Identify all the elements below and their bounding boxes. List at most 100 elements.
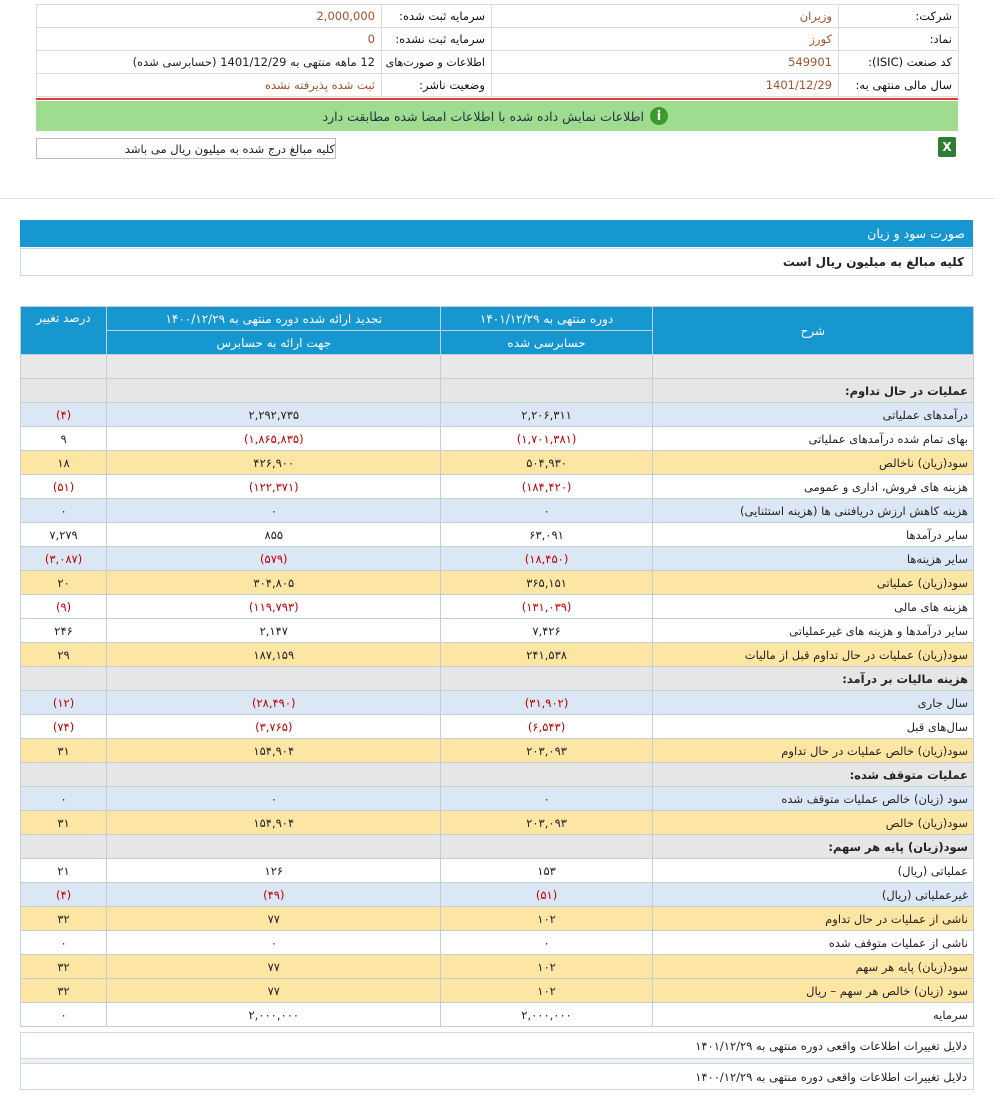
row-description: درآمدهای عملیاتی: [651, 402, 975, 427]
table-row: ناشی از عملیات در حال تداوم ۱۰۲ ۷۷ ۳۲: [19, 906, 975, 931]
unit-note-text: کلیه مبالغ درج شده به میلیون ریال می باش…: [124, 141, 335, 156]
row-current-value: (۱,۷۰۱,۳۸۱): [440, 426, 653, 451]
col-subheader-current: حسابرسی شده: [440, 330, 653, 355]
row-current-value: ۱۰۲: [440, 954, 653, 979]
row-current-value: ۲,۰۰۰,۰۰۰: [440, 1002, 653, 1027]
row-current-value: (۶,۵۴۳): [440, 714, 653, 739]
row-current-value: ۵۰۴,۹۳۰: [440, 450, 653, 475]
table-row: سود (زیان) خالص هر سهم – ریال ۱۰۲ ۷۷ ۳۲: [19, 978, 975, 1003]
row-description: سود(زیان) عملیاتی: [651, 570, 975, 595]
row-restated-value: ۸۵۵: [106, 522, 442, 547]
row-restated-value: (۱۲۲,۳۷۱): [106, 474, 442, 499]
row-change-percent: [19, 378, 108, 403]
row-restated-value: (۱۱۹,۷۹۳): [106, 594, 442, 619]
row-restated-value: [106, 762, 442, 787]
isic-value: 549901: [491, 50, 839, 74]
table-row: عملیاتی (ریال) ۱۵۳ ۱۲۶ ۲۱: [19, 858, 975, 883]
row-current-value: ۱۰۲: [440, 978, 653, 1003]
table-row: درآمدهای عملیاتی ۲,۲۰۶,۳۱۱ ۲,۲۹۲,۷۳۵ (۴): [19, 402, 975, 427]
row-change-percent: [19, 762, 108, 787]
row-restated-value: (۳,۷۶۵): [106, 714, 442, 739]
row-change-percent: [19, 354, 108, 379]
row-change-percent: ۳۱: [19, 810, 108, 835]
table-row: سود(زیان) ناخالص ۵۰۴,۹۳۰ ۴۲۶,۹۰۰ ۱۸: [19, 450, 975, 475]
row-change-percent: (۴): [19, 882, 108, 907]
row-change-percent: ۰: [19, 930, 108, 955]
row-current-value: (۳۱,۹۰۲): [440, 690, 653, 715]
change-reasons-table: دلایل تغییرات اطلاعات واقعی دوره منتهی ب…: [20, 1032, 974, 1090]
table-row: هزینه های مالی (۱۳۱,۰۳۹) (۱۱۹,۷۹۳) (۹): [19, 594, 975, 619]
symbol-label: نماد:: [838, 27, 959, 51]
row-change-percent: [19, 666, 108, 691]
table-row: هزینه کاهش ارزش دریافتنی ها (هزینه استثن…: [19, 498, 975, 523]
row-restated-value: ۱۵۴,۹۰۴: [106, 810, 442, 835]
row-restated-value: [106, 378, 442, 403]
change-reason-row: دلایل تغییرات اطلاعات واقعی دوره منتهی ب…: [20, 1063, 974, 1090]
change-reason-1: دلایل تغییرات اطلاعات واقعی دوره منتهی ب…: [20, 1032, 974, 1059]
table-row: سرمایه ۲,۰۰۰,۰۰۰ ۲,۰۰۰,۰۰۰ ۰: [19, 1002, 975, 1027]
row-change-percent: (۵۱): [19, 474, 108, 499]
row-change-percent: ۷,۲۷۹: [19, 522, 108, 547]
row-restated-value: (۵۷۹): [106, 546, 442, 571]
isic-label: کد صنعت (ISIC):: [838, 50, 959, 74]
row-change-percent: ۳۱: [19, 738, 108, 763]
table-row: سود (زیان) خالص عملیات متوقف شده ۰ ۰ ۰: [19, 786, 975, 811]
row-change-percent: ۲۴۶: [19, 618, 108, 643]
row-change-percent: (۴): [19, 402, 108, 427]
section-subtitle-box: کلیه مبالغ به میلیون ریال است: [20, 248, 973, 276]
row-current-value: [440, 354, 653, 379]
row-description: سود(زیان) پایه هر سهم: [651, 954, 975, 979]
row-restated-value: [106, 354, 442, 379]
row-description: ناشی از عملیات در حال تداوم: [651, 906, 975, 931]
table-row: سال‌های قبل (۶,۵۴۳) (۳,۷۶۵) (۷۴): [19, 714, 975, 739]
row-change-percent: (۹): [19, 594, 108, 619]
col-header-restated: تجدید ارائه شده دوره منتهی به ۱۴۰۰/۱۲/۲۹: [106, 306, 442, 331]
table-row: هزینه های فروش، اداری و عمومی (۱۸۴,۴۲۰) (۱…: [19, 474, 975, 499]
row-change-percent: (۷۴): [19, 714, 108, 739]
verification-notice-text: اطلاعات نمایش داده شده با اطلاعات امضا ش…: [322, 108, 644, 124]
row-change-percent: ۹: [19, 426, 108, 451]
col-subheader-restated: جهت ارائه به حسابرس: [106, 330, 442, 355]
excel-icon[interactable]: X: [938, 137, 956, 157]
income-statement-table: شرح دوره منتهی به ۱۴۰۱/۱۲/۲۹ تجدید ارائه…: [19, 306, 975, 1027]
row-description: عملیاتی (ریال): [651, 858, 975, 883]
row-current-value: [440, 762, 653, 787]
fiscal-year-label: سال مالی منتهی به:: [838, 73, 959, 97]
income-statement-body: عملیات در حال تداوم: درآمدهای عملیاتی ۲,۲۰…: [19, 354, 975, 1027]
info-row-1: شرکت: وزیران سرمایه ثبت شده: 2,000,000: [36, 4, 959, 28]
table-row: بهاى تمام شده درآمدهای عملیاتی (۱,۷۰۱,۳۸۱…: [19, 426, 975, 451]
row-current-value: ۰: [440, 930, 653, 955]
section-title-bar: صورت سود و زیان: [20, 220, 973, 247]
publisher-status-label: وضعیت ناشر:: [381, 73, 492, 97]
row-current-value: ۲۴۱,۵۳۸: [440, 642, 653, 667]
table-section-row: عملیات متوقف شده:: [19, 762, 975, 787]
company-label: شرکت:: [838, 4, 959, 28]
row-restated-value: ۲,۲۹۲,۷۳۵: [106, 402, 442, 427]
change-reason-2: دلایل تغییرات اطلاعات واقعی دوره منتهی ب…: [20, 1063, 974, 1090]
row-current-value: ۶۳,۰۹۱: [440, 522, 653, 547]
row-current-value: ۲,۲۰۶,۳۱۱: [440, 402, 653, 427]
col-header-change: درصد تغییر: [19, 306, 108, 355]
verification-notice: i اطلاعات نمایش داده شده با اطلاعات امضا…: [36, 101, 958, 131]
row-change-percent: ۳۲: [19, 906, 108, 931]
period-info-label: اطلاعات و صورت‌های مالی: [381, 50, 492, 74]
row-description: سود(زیان) خالص عملیات در حال تداوم: [651, 738, 975, 763]
row-restated-value: [106, 666, 442, 691]
info-row-2: نماد: کورز سرمایه ثبت نشده: 0: [36, 27, 959, 51]
change-reason-row: دلایل تغییرات اطلاعات واقعی دوره منتهی ب…: [20, 1032, 974, 1059]
row-description: سایر هزینه‌ها: [651, 546, 975, 571]
row-current-value: (۵۱): [440, 882, 653, 907]
row-description: سود (زیان) خالص هر سهم – ریال: [651, 978, 975, 1003]
row-change-percent: [19, 834, 108, 859]
row-description: غیرعملیاتی (ریال): [651, 882, 975, 907]
info-row-4: سال مالی منتهی به: 1401/12/29 وضعیت ناشر…: [36, 73, 959, 97]
publisher-status-value: ثبت شده پذیرفته نشده: [36, 73, 382, 97]
company-info-table: شرکت: وزیران سرمایه ثبت شده: 2,000,000 ن…: [36, 4, 959, 97]
period-info-suffix: (حسابرسی شده): [132, 55, 217, 69]
table-row: سایر درآمدها ۶۳,۰۹۱ ۸۵۵ ۷,۲۷۹: [19, 522, 975, 547]
row-current-value: ۳۶۵,۱۵۱: [440, 570, 653, 595]
row-restated-value: ۱۸۷,۱۵۹: [106, 642, 442, 667]
section-title: صورت سود و زیان: [867, 226, 965, 241]
row-description: بهاى تمام شده درآمدهای عملیاتی: [651, 426, 975, 451]
row-current-value: [440, 834, 653, 859]
